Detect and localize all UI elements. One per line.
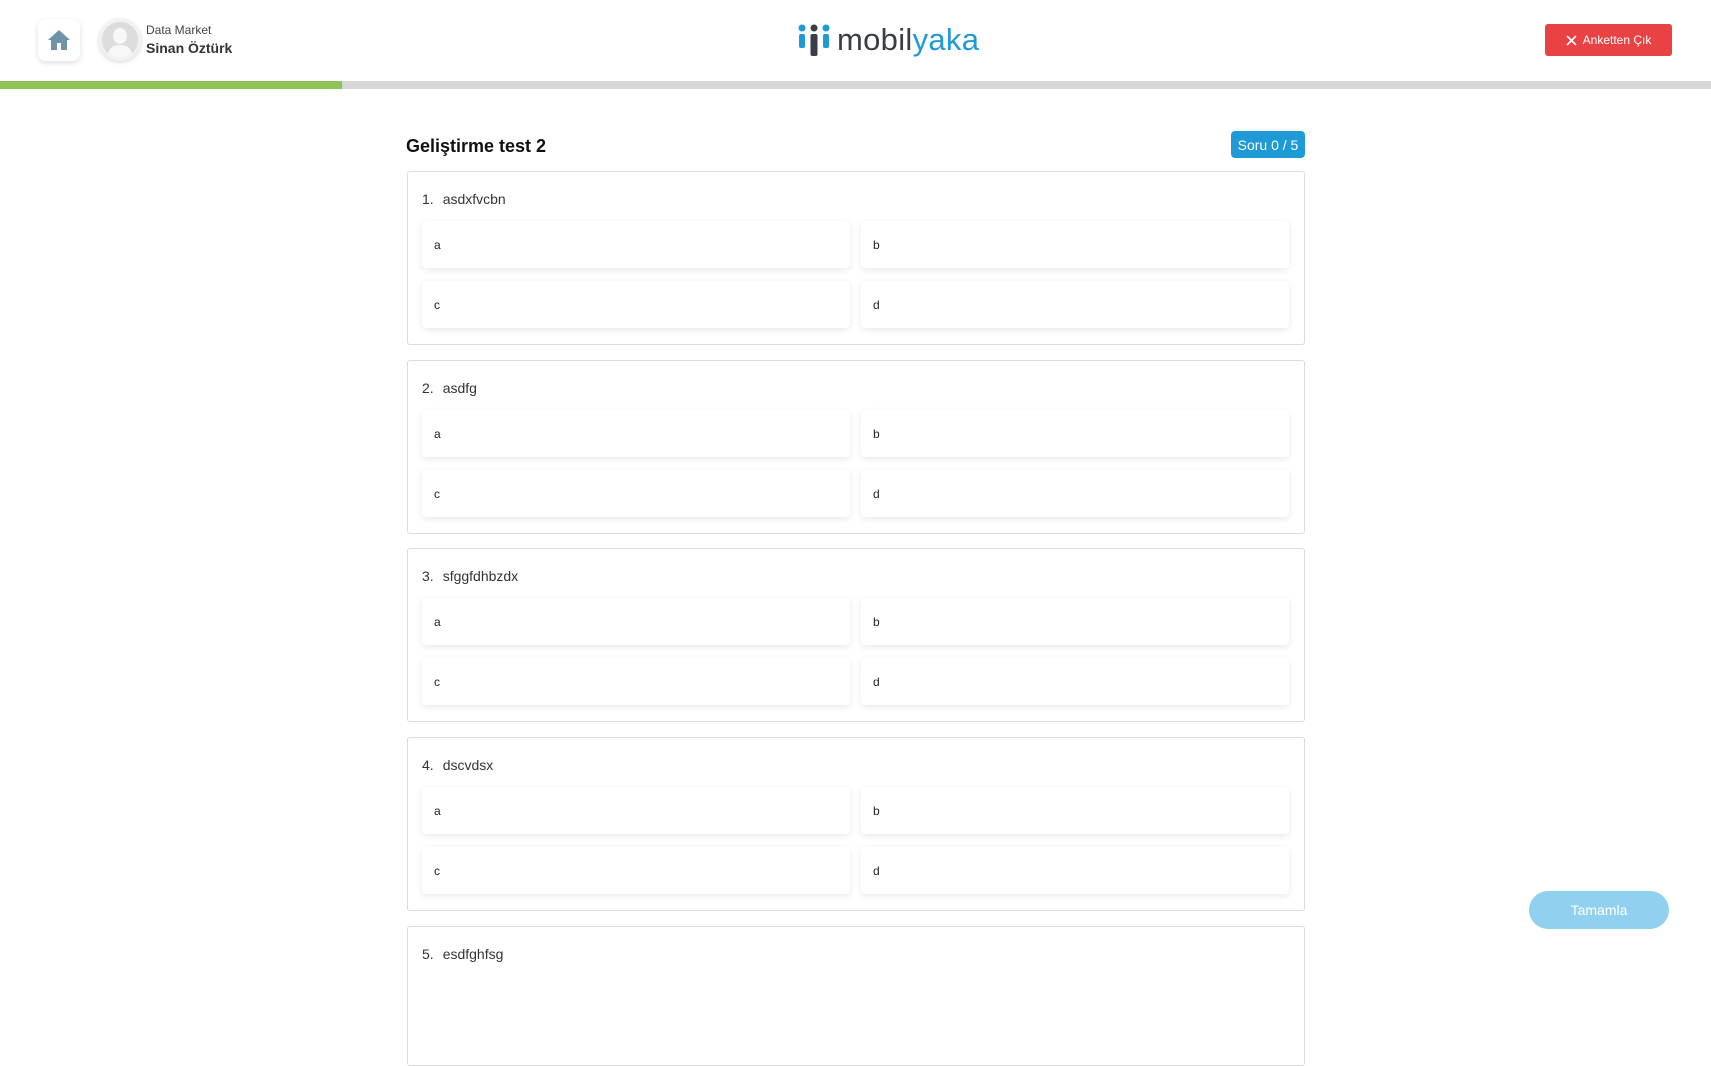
answer-option[interactable]: d	[861, 281, 1289, 328]
answer-option[interactable]: b	[861, 598, 1289, 645]
answer-option[interactable]: a	[422, 410, 850, 457]
question-heading: 1. asdxfvcbn	[422, 187, 506, 211]
question-card: 1. asdxfvcbn a b c d	[407, 171, 1305, 345]
survey-title: Geliştirme test 2	[406, 136, 547, 156]
question-card: 2. asdfg a b c d	[407, 360, 1305, 534]
exit-survey-button[interactable]: Anketten Çık	[1545, 24, 1672, 56]
answer-option[interactable]: b	[861, 410, 1289, 457]
question-heading: 2. asdfg	[422, 376, 477, 400]
user-avatar-icon	[99, 19, 141, 61]
answer-option[interactable]: a	[422, 221, 850, 268]
answer-option[interactable]: c	[422, 658, 850, 705]
question-text: dscvdsx	[442, 757, 494, 773]
answer-option[interactable]: d	[861, 847, 1289, 894]
answer-option[interactable]: c	[422, 281, 850, 328]
brand-logo: mobilyaka	[797, 20, 979, 60]
logo-text: mobilyaka	[837, 22, 980, 57]
close-icon	[1566, 34, 1577, 46]
progress-fill	[0, 81, 343, 89]
question-counter-badge: Soru 0 / 5	[1231, 131, 1305, 158]
answer-option[interactable]: c	[422, 847, 850, 894]
question-number: 5.	[422, 946, 434, 962]
question-card: 3. sfggfdhbzdx a b c d	[407, 548, 1305, 722]
progress-bar	[0, 81, 1711, 89]
question-card: 5. esdfghfsg	[407, 926, 1305, 1066]
user-company: Data Market	[146, 23, 212, 37]
answer-option[interactable]: d	[861, 658, 1289, 705]
user-name: Sinan Öztürk	[146, 40, 233, 56]
complete-button[interactable]: Tamamla	[1529, 891, 1669, 929]
question-heading: 4. dscvdsx	[422, 753, 493, 777]
people-logo-icon	[798, 24, 830, 56]
answer-option[interactable]: d	[861, 470, 1289, 517]
question-heading: 5. esdfghfsg	[422, 942, 503, 966]
top-bar: Data Market Sinan Öztürk mobilyaka Anket…	[0, 0, 1711, 81]
question-number: 3.	[422, 568, 434, 584]
user-info: Data Market Sinan Öztürk	[146, 22, 232, 58]
answer-option[interactable]: b	[861, 787, 1289, 834]
question-text: sfggfdhbzdx	[442, 568, 519, 584]
answer-option[interactable]: a	[422, 787, 850, 834]
question-text: esdfghfsg	[442, 946, 504, 962]
question-text: asdfg	[442, 380, 477, 396]
question-number: 2.	[422, 380, 434, 396]
question-number: 1.	[422, 191, 434, 207]
exit-survey-label: Anketten Çık	[1582, 33, 1652, 47]
answer-option[interactable]: a	[422, 598, 850, 645]
home-button[interactable]	[38, 19, 80, 61]
question-heading: 3. sfggfdhbzdx	[422, 564, 518, 588]
question-number: 4.	[422, 757, 434, 773]
home-icon	[48, 30, 70, 50]
answer-option[interactable]: c	[422, 470, 850, 517]
question-card: 4. dscvdsx a b c d	[407, 737, 1305, 911]
question-text: asdxfvcbn	[442, 191, 506, 207]
answer-option[interactable]: b	[861, 221, 1289, 268]
